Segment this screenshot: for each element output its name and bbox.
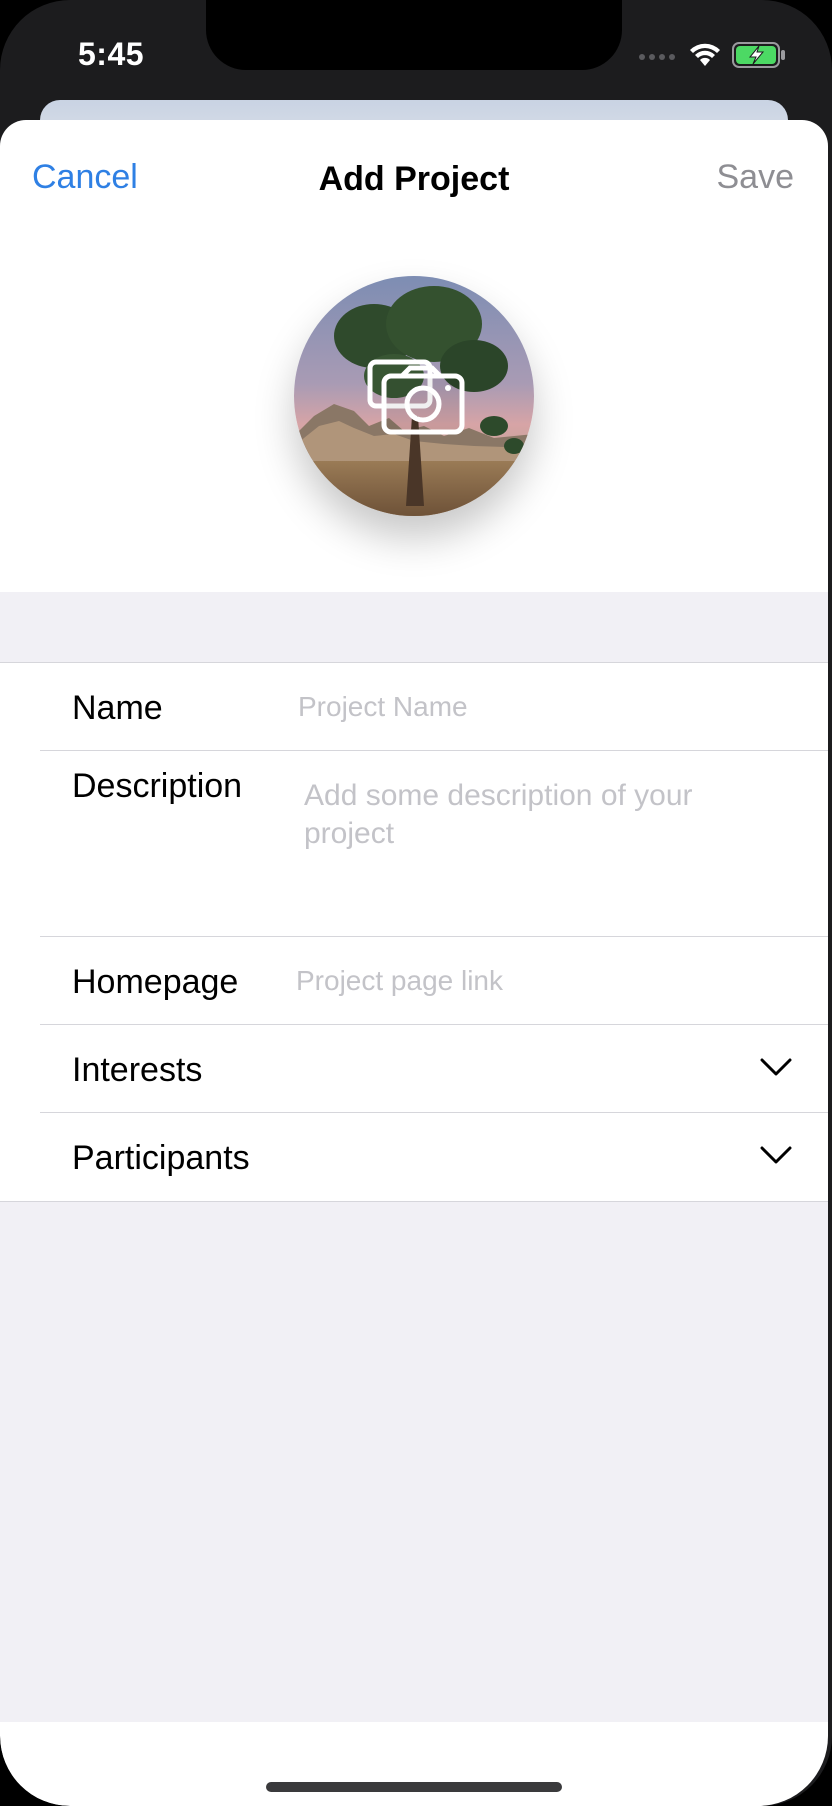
chevron-down-icon: [760, 1146, 792, 1164]
home-indicator: [266, 1782, 562, 1792]
description-textarea[interactable]: [304, 777, 784, 917]
battery-charging-icon: [732, 42, 785, 68]
name-row: Name: [40, 663, 828, 751]
section-spacer: [0, 592, 828, 662]
device-frame: 5:45 Cancel Add Project Save Name Projec…: [0, 0, 832, 1806]
name-input[interactable]: [298, 691, 798, 723]
camera-icon: [367, 359, 465, 435]
description-label: Description: [72, 767, 243, 805]
interests-label: Interests: [72, 1051, 203, 1089]
name-label: Name: [72, 689, 163, 727]
homepage-row: Homepage: [40, 937, 828, 1025]
cellular-icon: [639, 54, 675, 60]
project-photo-picker[interactable]: [294, 276, 534, 516]
description-row: Description: [40, 751, 828, 937]
participants-label: Participants: [72, 1139, 250, 1177]
participants-selector[interactable]: Participants: [40, 1113, 828, 1201]
status-icons: [638, 42, 786, 68]
homepage-input[interactable]: [296, 965, 796, 997]
page-title: Add Project: [318, 160, 510, 198]
empty-background: [0, 1202, 828, 1722]
navigation-bar: Cancel Add Project Save: [0, 120, 828, 240]
add-project-sheet: Cancel Add Project Save Name Project Nam…: [0, 120, 828, 1806]
chevron-down-icon: [760, 1058, 792, 1076]
device-notch: [206, 0, 622, 70]
project-form: Name Description Homepage Interests Part…: [0, 662, 828, 1202]
save-button[interactable]: Save: [717, 158, 795, 197]
interests-selector[interactable]: Interests: [40, 1025, 828, 1113]
homepage-label: Homepage: [72, 963, 239, 1001]
status-time: 5:45: [78, 36, 145, 72]
wifi-icon: [690, 43, 720, 66]
